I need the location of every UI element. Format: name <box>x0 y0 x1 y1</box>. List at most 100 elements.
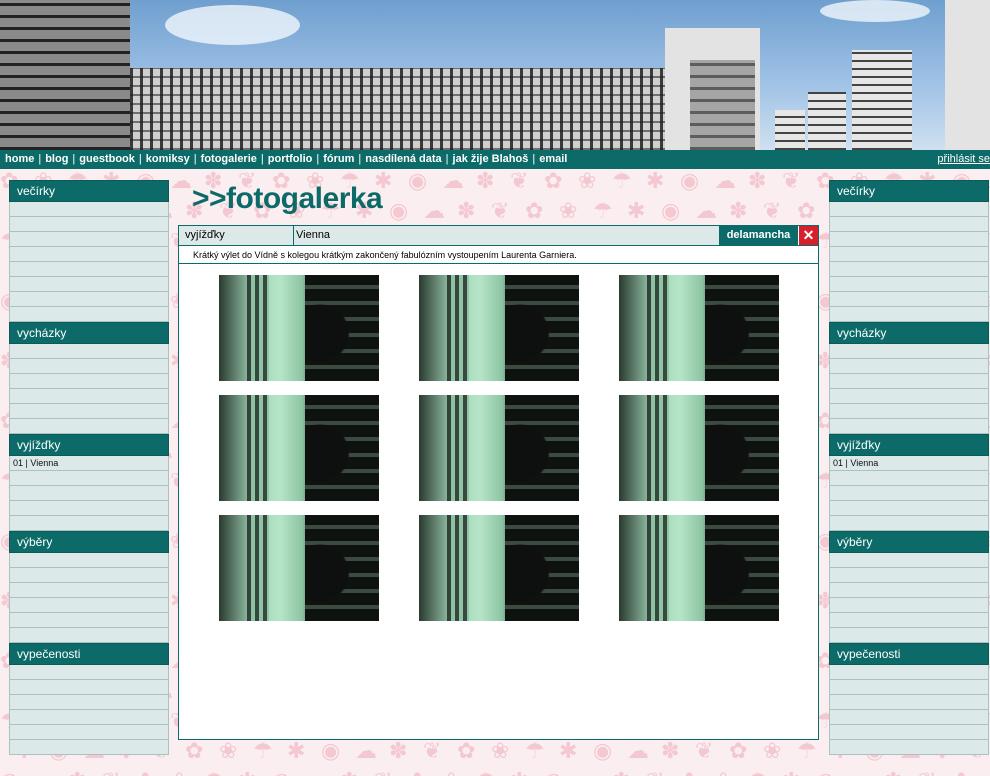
gallery-thumbnail[interactable] <box>219 275 379 381</box>
sidebar-item <box>9 516 169 531</box>
sidebar-section: vypečenosti <box>829 643 989 755</box>
pattern-glyph: ☂ <box>204 768 224 776</box>
sidebar-item <box>829 501 989 516</box>
nav-separator: | <box>72 153 76 165</box>
sidebar-item <box>9 247 169 262</box>
pattern-glyph: ✿ <box>457 738 476 763</box>
pattern-glyph: ☂ <box>476 768 496 776</box>
gallery-thumbnail[interactable] <box>619 515 779 621</box>
gallery-panel: vyjížďky Vienna delamancha ✕ Krátký výle… <box>178 225 819 740</box>
pattern-glyph: ✿ <box>136 768 154 776</box>
sidebar-section-title[interactable]: vyjížďky <box>829 434 989 456</box>
sidebar-item <box>9 598 169 613</box>
sidebar-section-title[interactable]: večírky <box>9 180 169 202</box>
pattern-glyph: ✿ <box>729 738 748 763</box>
sidebar-item <box>829 292 989 307</box>
gallery-thumbnail[interactable] <box>219 395 379 501</box>
sidebar-item <box>9 725 169 740</box>
nav-link-8[interactable]: jak žije Blahoš <box>453 153 529 165</box>
login-link[interactable]: přihlásit se <box>937 150 990 169</box>
sidebar-item <box>829 665 989 680</box>
sidebar-section-title[interactable]: výběry <box>829 531 989 553</box>
pattern-glyph: ☂ <box>748 768 768 776</box>
top-navigation: home | blog | guestbook | komiksy | fotogalerie |… <box>0 150 990 169</box>
sidebar-section-title[interactable]: vycházky <box>829 322 989 344</box>
sidebar-item[interactable]: 01 | Vienna <box>829 456 989 471</box>
sidebar-item <box>829 613 989 628</box>
close-icon[interactable]: ✕ <box>799 226 818 245</box>
gallery-thumbnail[interactable] <box>419 515 579 621</box>
gallery-thumbnail[interactable] <box>419 275 579 381</box>
sidebar-item <box>829 217 989 232</box>
sidebar-item <box>829 404 989 419</box>
sidebar-section-title[interactable]: výběry <box>9 531 169 553</box>
nav-link-4[interactable]: fotogalerie <box>201 153 257 165</box>
sidebar-item <box>829 307 989 322</box>
sidebar-section-title[interactable]: vypečenosti <box>829 643 989 665</box>
nav-link-7[interactable]: nasdílená data <box>365 153 441 165</box>
sidebar-item <box>9 292 169 307</box>
sidebar-item <box>9 374 169 389</box>
pattern-glyph: ◉ <box>0 768 19 776</box>
pattern-glyph: ❀ <box>442 768 460 776</box>
pattern-glyph: ◉ <box>544 768 563 776</box>
nav-link-1[interactable]: blog <box>45 153 68 165</box>
sidebar-item <box>9 262 169 277</box>
sidebar-item <box>9 486 169 501</box>
sidebar-section-title[interactable]: vyjížďky <box>9 434 169 456</box>
gallery-thumbnail[interactable] <box>619 275 779 381</box>
sidebar-item <box>829 695 989 710</box>
sidebar-item <box>829 568 989 583</box>
nav-link-0[interactable]: home <box>5 153 34 165</box>
sidebar-item <box>9 501 169 516</box>
sidebar-section-title[interactable]: vycházky <box>9 322 169 344</box>
pattern-glyph: ✽ <box>884 768 902 776</box>
sidebar-item[interactable]: 01 | Vienna <box>9 456 169 471</box>
nav-link-6[interactable]: fórum <box>323 153 354 165</box>
pattern-glyph: ✱ <box>559 738 578 763</box>
pattern-glyph: ✽ <box>612 768 630 776</box>
pattern-glyph: ◉ <box>816 768 835 776</box>
nav-separator: | <box>193 153 197 165</box>
sidebar-item <box>829 516 989 531</box>
sidebar-item <box>9 419 169 434</box>
sidebar-item <box>9 202 169 217</box>
sidebar-item <box>9 359 169 374</box>
pattern-glyph: ✿ <box>408 768 426 776</box>
gallery-thumbnail[interactable] <box>419 395 579 501</box>
nav-link-3[interactable]: komiksy <box>146 153 190 165</box>
sidebar-item <box>9 628 169 643</box>
sidebar-item <box>829 680 989 695</box>
sidebar-item <box>829 725 989 740</box>
sidebar-item <box>829 374 989 389</box>
sidebar-item <box>9 307 169 322</box>
gallery-thumbnail[interactable] <box>619 395 779 501</box>
main-content: >>fotogalerka vyjížďky Vienna delamancha… <box>178 180 819 740</box>
sidebar-item <box>829 628 989 643</box>
sidebar-section-title[interactable]: vypečenosti <box>9 643 169 665</box>
pattern-glyph: ❀ <box>491 738 510 763</box>
pattern-glyph: ❀ <box>986 768 990 776</box>
site-logo[interactable]: >>fotogalerka <box>192 182 383 216</box>
sidebar-item <box>829 344 989 359</box>
sidebar-item <box>9 404 169 419</box>
nav-link-5[interactable]: portfolio <box>268 153 313 165</box>
sidebar-section: výběry <box>9 531 169 643</box>
sidebar-item <box>829 553 989 568</box>
pattern-glyph: ❦ <box>918 768 936 776</box>
sidebar-item <box>9 740 169 755</box>
pattern-glyph: ☁ <box>306 768 328 776</box>
nav-link-9[interactable]: email <box>539 153 567 165</box>
nav-separator: | <box>316 153 320 165</box>
sidebar-item <box>9 277 169 292</box>
nav-items: home | blog | guestbook | komiksy | fotogalerie |… <box>5 150 567 169</box>
header-banner <box>0 0 990 150</box>
nav-link-2[interactable]: guestbook <box>79 153 135 165</box>
delamancha-button[interactable]: delamancha <box>719 226 798 245</box>
pattern-glyph: ✱ <box>238 768 256 776</box>
sidebar-item <box>829 710 989 725</box>
sidebar-item <box>9 553 169 568</box>
sidebar-section-title[interactable]: večírky <box>829 180 989 202</box>
pattern-glyph: ☁ <box>627 738 649 763</box>
gallery-thumbnail[interactable] <box>219 515 379 621</box>
